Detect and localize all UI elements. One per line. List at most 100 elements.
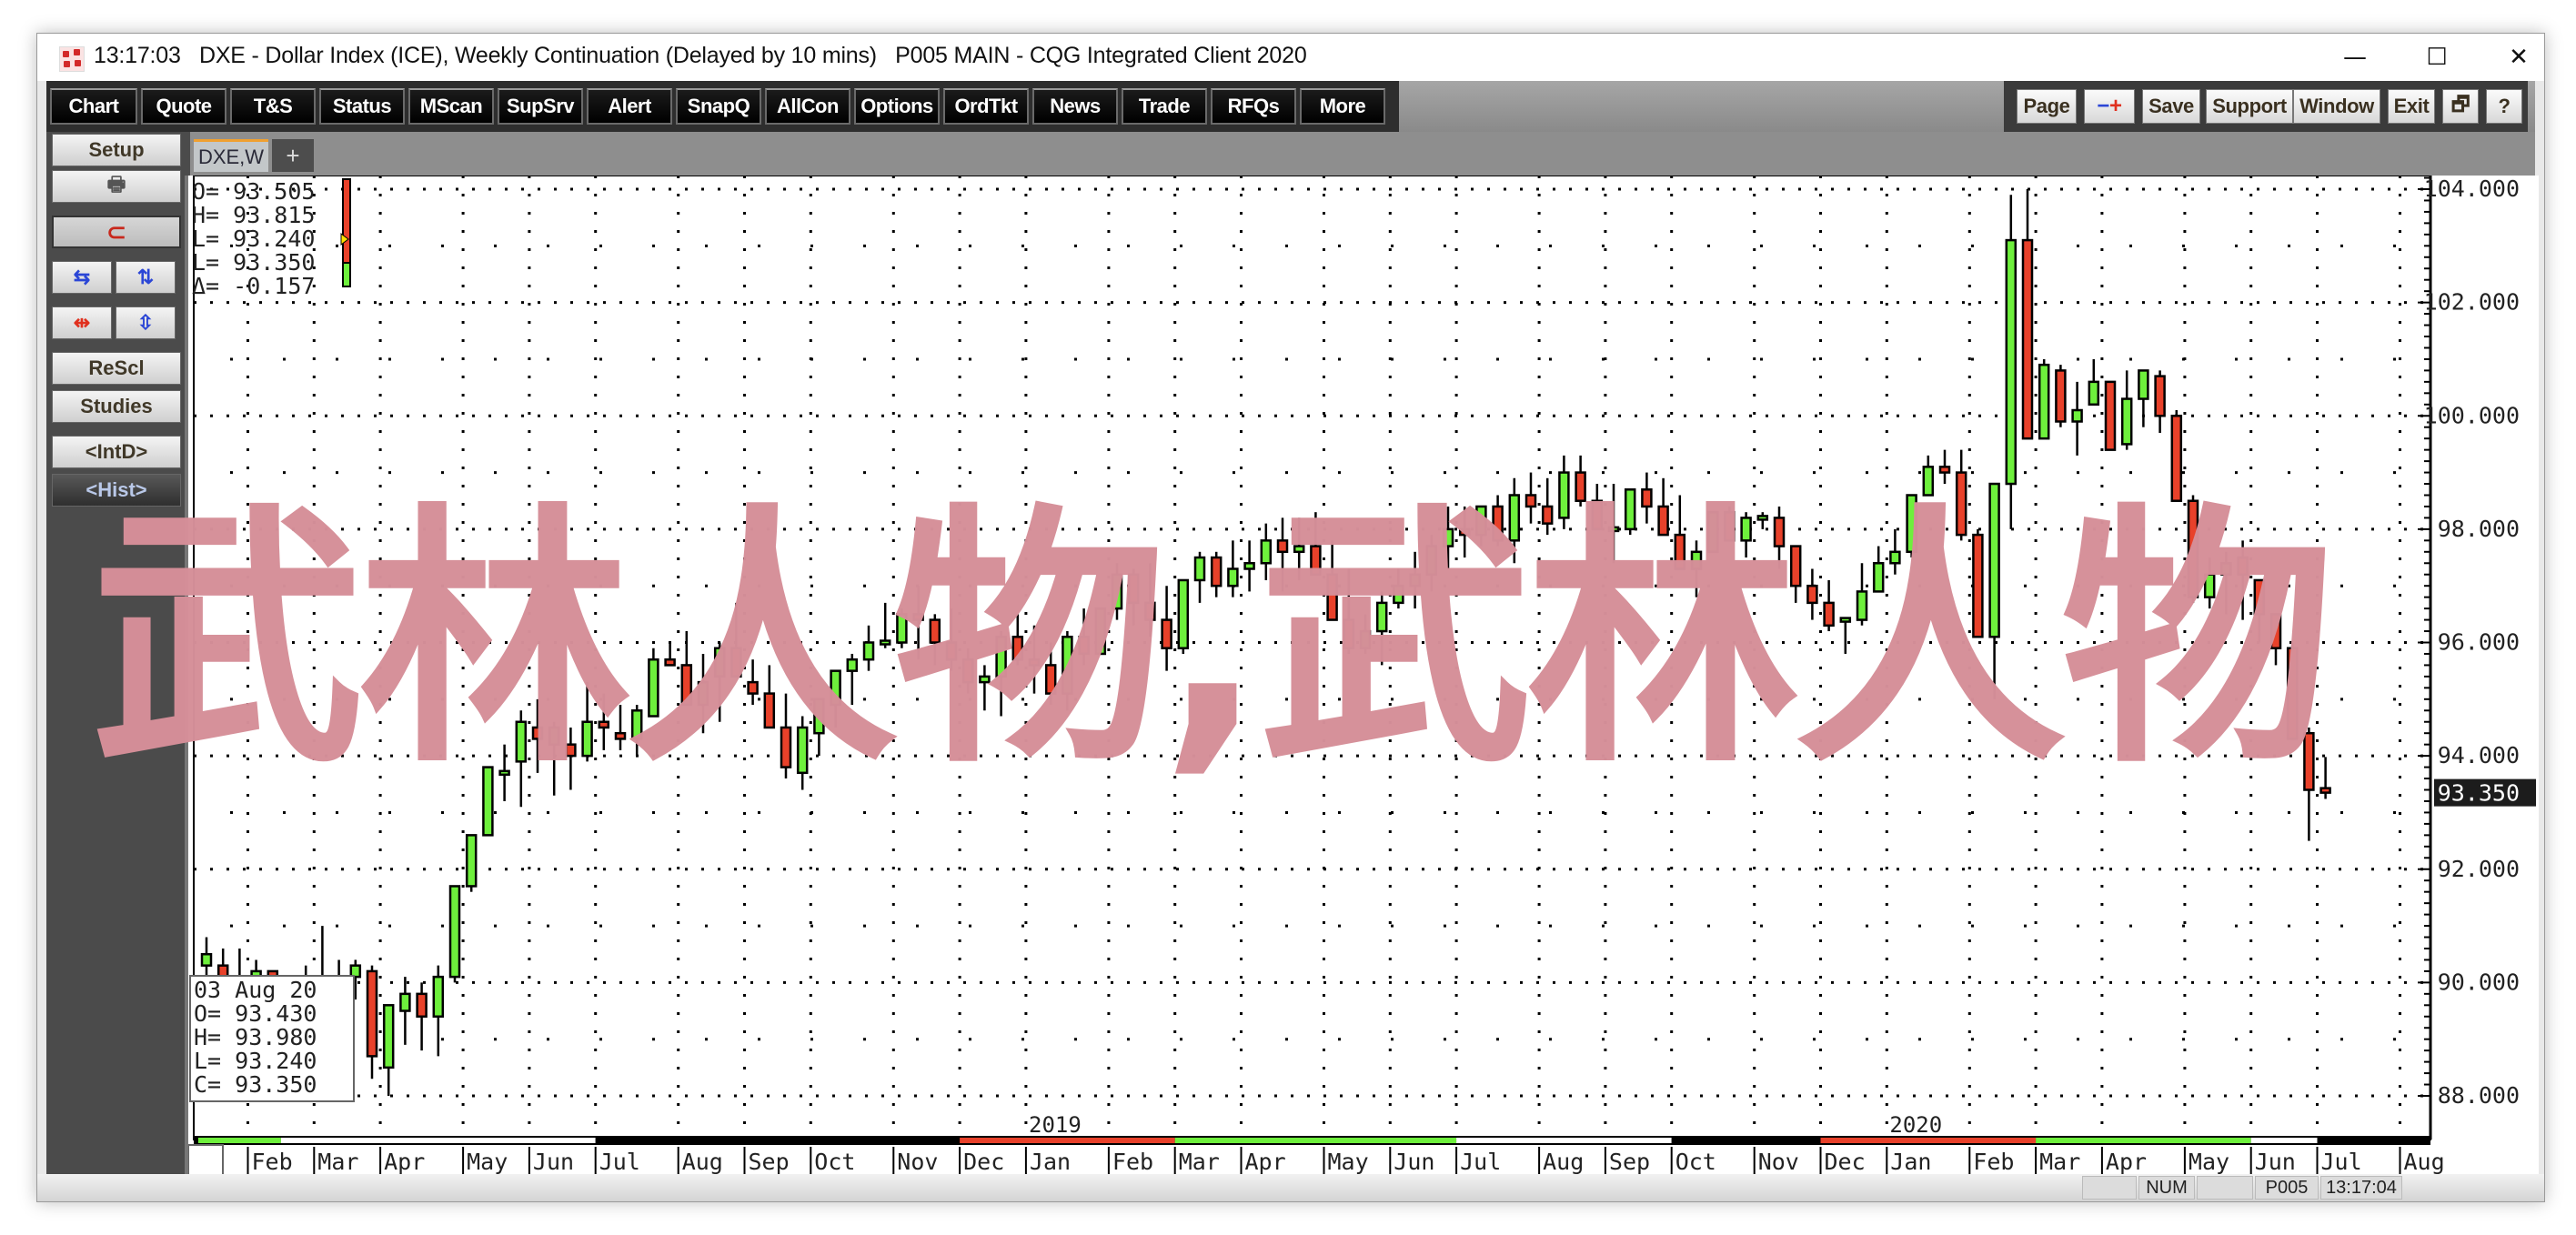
toolbar-button-mscan[interactable]: MScan [408, 88, 494, 125]
candle-body-up [1359, 629, 1372, 649]
page-button[interactable]: Page [2017, 89, 2077, 124]
month-label: Mar [1179, 1149, 1220, 1174]
candle [1972, 528, 1984, 638]
candle-body-down [1492, 505, 1504, 542]
timeline-segment [2317, 1138, 2417, 1143]
maximize-button[interactable]: ☐ [2396, 37, 2478, 77]
candle-body-up [1856, 590, 1868, 621]
support-button[interactable]: Support [2206, 89, 2293, 124]
candle-body-down [1773, 517, 1786, 547]
candle-body-down [780, 726, 792, 768]
candle-body-down [680, 664, 693, 707]
cursor-ohlc-line: L= 93.240 [194, 1048, 317, 1074]
toolbar-button-quote[interactable]: Quote [141, 88, 226, 125]
candle-body-up [796, 726, 809, 775]
candle-body-down [1938, 466, 1951, 474]
candle-body-up [713, 647, 726, 678]
status-page: P005 [2255, 1176, 2319, 1200]
candle-body-up [1425, 545, 1438, 576]
printer-icon: 🖶 [106, 173, 126, 196]
candle-body-up [697, 680, 709, 707]
candle-body-down [1541, 505, 1554, 525]
save-button[interactable]: Save [2142, 89, 2200, 124]
magnet-button[interactable]: ⊂ [52, 216, 181, 248]
intraday-button[interactable]: <IntD> [52, 436, 181, 468]
candle-body-up [1740, 517, 1752, 542]
chart-frame[interactable]: 104.000 102.000 100.000 98.000 96.000 94.000 9… [185, 175, 2539, 1177]
candlestick-chart[interactable]: 104.000 102.000 100.000 98.000 96.000 94.000 9… [187, 175, 2539, 1177]
toolbar-button-supsrv[interactable]: SupSrv [498, 88, 583, 125]
candle [465, 834, 478, 892]
window-button[interactable]: Window [2293, 89, 2380, 124]
compress-vertical-button[interactable]: ⇳ [116, 306, 176, 339]
zoom-toggle-button[interactable]: − + [2084, 89, 2135, 124]
status-cell-empty [2082, 1176, 2137, 1200]
candle-body-down [2237, 556, 2249, 576]
candle-body-up [1094, 607, 1107, 656]
price-axis: 104.000 102.000 100.000 98.000 96.000 94.000 9… [2418, 176, 2536, 1140]
toolbar-button-trade[interactable]: Trade [1122, 88, 1207, 125]
candle-body-up [1988, 482, 2000, 638]
restore-button[interactable]: 🗗 [2442, 89, 2479, 124]
candle-body-up [1062, 636, 1073, 695]
workspace: Setup 🖶 ⊂ ⇆ ⇅ ⇹ ⇳ ReScl Studies <IntD> <… [46, 132, 2539, 1177]
candle-body-down [1789, 545, 1802, 587]
candle-body-down [763, 692, 776, 729]
candle-body-down [2055, 369, 2067, 423]
candle-body-down [1823, 601, 1835, 628]
candle-body-up [1293, 545, 1305, 554]
price-tick-label: 96.000 [2438, 629, 2520, 656]
candle-body-up [830, 669, 841, 707]
candle-body-up [1889, 550, 1901, 565]
rescale-button[interactable]: ReScl [52, 352, 181, 385]
toolbar-button-alert[interactable]: Alert [587, 88, 672, 125]
toolbar-button-more[interactable]: More [1300, 88, 1385, 125]
candle-body-down [1591, 499, 1604, 531]
candle-body-down [2021, 238, 2034, 440]
toolbar-button-allcon[interactable]: AllCon [765, 88, 850, 125]
candle-body-up [1558, 471, 1570, 519]
candle-body-down [2154, 375, 2166, 417]
candle-body-up [1260, 539, 1273, 565]
help-button[interactable]: ? [2486, 89, 2522, 124]
toolbar-button-status[interactable]: Status [319, 88, 405, 125]
toolbar-button-rfqs[interactable]: RFQs [1211, 88, 1296, 125]
minimize-button[interactable]: — [2314, 37, 2396, 77]
studies-button[interactable]: Studies [52, 390, 181, 423]
setup-button[interactable]: Setup [52, 134, 181, 166]
close-button[interactable]: ✕ [2478, 37, 2560, 77]
toolbar-button-ordtkt[interactable]: OrdTkt [943, 88, 1029, 125]
toolbar-button-snapq[interactable]: SnapQ [676, 88, 761, 125]
timeline-segment [1174, 1138, 1457, 1143]
tab-dxe-weekly[interactable]: DXE,W [194, 139, 268, 172]
timeline-segment [1671, 1138, 1821, 1143]
candle-body-up [382, 1004, 395, 1069]
candle-body-down [1078, 636, 1090, 656]
candle-body-up [2138, 369, 2149, 400]
candle-body-up [1227, 567, 1239, 587]
candle-body-up [1375, 601, 1388, 633]
compress-horizontal-button[interactable]: ⇹ [52, 306, 112, 339]
cursor-ohlc-line: H= 93.980 [194, 1024, 317, 1050]
candle-body-down [614, 731, 627, 740]
scroll-horizontal-button[interactable]: ⇆ [52, 261, 112, 294]
quote-line: L= 93.350 [192, 249, 315, 276]
scroll-vertical-button[interactable]: ⇅ [116, 261, 176, 294]
add-tab-button[interactable]: + [272, 139, 314, 172]
candle-body-up [813, 698, 825, 735]
exit-button[interactable]: Exit [2388, 89, 2435, 124]
month-label: Apr [1245, 1149, 1286, 1174]
candle-body-down [531, 726, 544, 740]
candle [1177, 578, 1190, 654]
quote-line: H= 93.815 [192, 202, 315, 228]
toolbar-button-news[interactable]: News [1032, 88, 1118, 125]
time-axis: Feb Mar Apr May Jun Jul Aug Sep Oct Nov Dec Jan Feb M… [187, 1144, 2445, 1177]
print-button[interactable]: 🖶 [52, 170, 181, 203]
window-title: 13:17:03 DXE - Dollar Index (ICE), Weekl… [94, 43, 1307, 69]
toolbar-button-ts[interactable]: T&S [230, 88, 316, 125]
status-cell-empty-2 [2197, 1176, 2253, 1200]
toolbar-button-options[interactable]: Options [854, 88, 940, 125]
toolbar-button-chart[interactable]: Chart [50, 88, 137, 125]
candle-body-up [879, 639, 891, 646]
history-button[interactable]: <Hist> [52, 474, 181, 507]
